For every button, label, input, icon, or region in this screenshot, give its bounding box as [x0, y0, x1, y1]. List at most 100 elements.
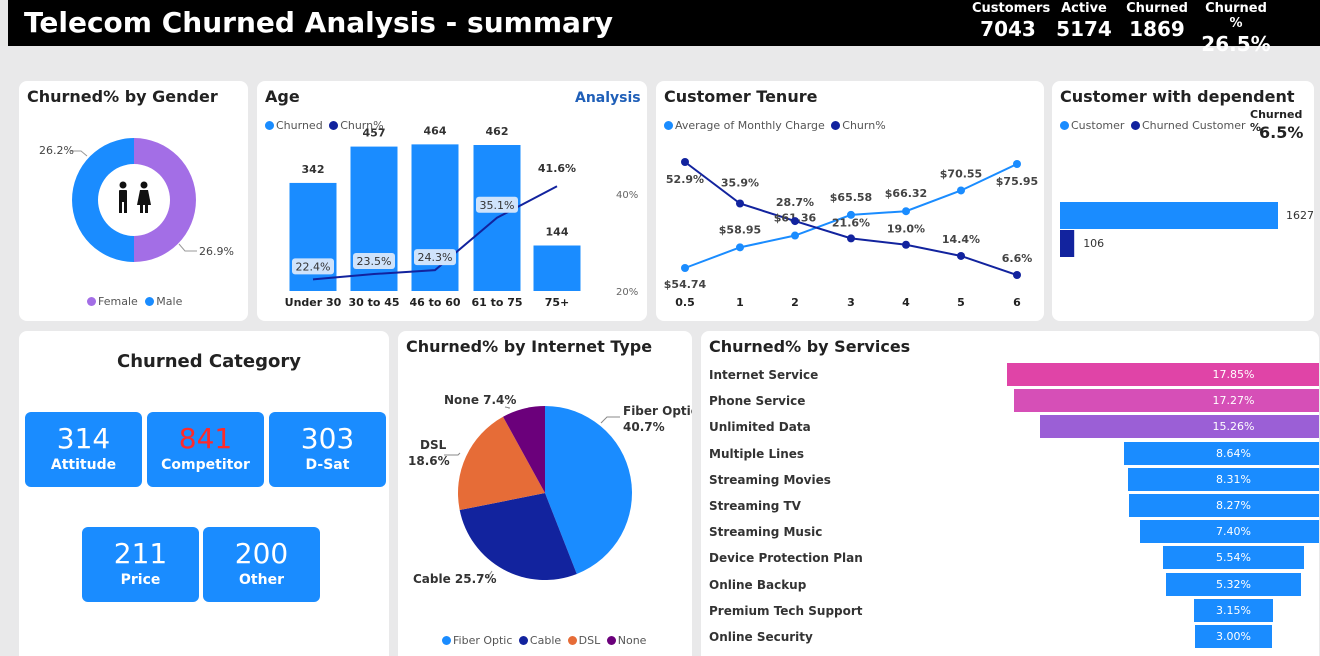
kpi-label: Active [1061, 1, 1107, 16]
service-label: Streaming Music [709, 525, 823, 540]
kpi-value: 7043 [980, 17, 1036, 41]
line-data-label: 23.5% [357, 255, 392, 268]
age-bar[interactable] [350, 146, 398, 291]
service-label: Streaming TV [709, 499, 801, 513]
tile-value: 841 [178, 422, 233, 455]
service-label: Online Backup [709, 577, 807, 592]
charge-marker[interactable] [1013, 160, 1021, 168]
churn-data-label: 35.9% [721, 176, 759, 189]
bar-data-label: 342 [302, 163, 325, 176]
category-tile-attitude[interactable]: 314 Attitude [25, 412, 142, 487]
charge-data-label: $54.74 [664, 278, 707, 291]
header-accent [0, 0, 8, 46]
charge-marker[interactable] [791, 231, 799, 240]
service-label: Streaming Movies [709, 472, 831, 487]
gender-donut-chart[interactable]: 26.2% 26.9% [19, 81, 248, 321]
x-tick-label: 3 [847, 296, 855, 309]
x-tick-label: 2 [791, 296, 799, 309]
tile-value: 303 [300, 422, 355, 455]
kpi-churned-pct: Churned % 26.5% [1198, 0, 1274, 56]
tenure-card[interactable]: Customer Tenure Average of Monthly Charg… [656, 81, 1044, 321]
category-tile-competitor[interactable]: 841 Competitor [147, 412, 264, 487]
service-bar[interactable]: 5.54% [1163, 546, 1304, 570]
gender-card[interactable]: Churned% by Gender 26.2% 26.9% Female Ma… [19, 81, 248, 321]
service-label: Internet Service [709, 368, 819, 382]
internet-pie-chart[interactable]: Fiber Optic 40.7% None 7.4% DSL 18.6% Ca… [398, 331, 692, 656]
kpi-value: 1869 [1129, 17, 1185, 41]
service-bar[interactable]: 8.27% [1128, 494, 1319, 517]
service-bar[interactable]: 17.85% [1007, 363, 1319, 386]
service-label: Multiple Lines [709, 446, 805, 461]
kpi-label: Churned [1126, 1, 1188, 16]
churn-marker[interactable] [902, 240, 910, 249]
internet-legend: Fiber Optic Cable DSL None [442, 634, 646, 647]
kpi-churned: Churned 1869 [1126, 0, 1188, 41]
header-bar: Telecom Churned Analysis - summary Custo… [0, 0, 1320, 56]
tile-value: 200 [234, 537, 289, 570]
tenure-line-chart[interactable]: $54.74$58.95$61.36$65.58$66.32$70.55$75.… [656, 81, 1044, 321]
dependent-bar[interactable] [1060, 230, 1075, 257]
service-bar[interactable]: 8.31% [1128, 467, 1319, 491]
age-bar[interactable] [289, 182, 337, 291]
service-bar[interactable]: 15.26% [1039, 415, 1319, 439]
x-tick-label: 5 [957, 296, 965, 309]
legend-dot-icon [442, 636, 451, 645]
tile-label: Other [239, 572, 284, 588]
service-bar[interactable]: 17.27% [1014, 389, 1319, 413]
service-bar[interactable]: 8.64% [1123, 441, 1319, 465]
category-tile-dsat[interactable]: 303 D-Sat [269, 412, 386, 487]
kpi-active: Active 5174 [1056, 0, 1112, 41]
tile-label: Attitude [50, 457, 117, 473]
x-tick-label: 0.5 [675, 296, 695, 309]
charge-data-label: $65.58 [830, 191, 872, 204]
age-bar[interactable] [533, 245, 581, 291]
internet-card[interactable]: Churned% by Internet Type Fiber Optic 40… [398, 331, 692, 656]
charge-marker[interactable] [902, 207, 910, 216]
bar-data-label: 106 [1083, 237, 1104, 250]
category-tile-other[interactable]: 200 Other [203, 527, 320, 602]
age-card[interactable]: Age Analysis Churned Churn% 40% 20% 342 U… [257, 81, 647, 321]
dependent-bar[interactable] [1060, 202, 1278, 229]
kpi-label: Churned % [1205, 1, 1267, 31]
churn-marker[interactable] [791, 217, 799, 226]
pie-label-none: None 7.4% [444, 393, 516, 407]
charge-data-label: $70.55 [940, 167, 982, 180]
service-label: Phone Service [709, 394, 806, 409]
legend-dot-icon [567, 636, 577, 645]
churn-marker[interactable] [736, 199, 744, 208]
dependent-card[interactable]: Customer with dependent Customer Churned… [1052, 81, 1314, 321]
pie-label-cable: Cable 25.7% [413, 572, 497, 586]
legend-label: Male [156, 295, 183, 308]
people-icon [119, 181, 151, 213]
leader-line [504, 406, 511, 409]
charge-marker[interactable] [957, 186, 965, 195]
category-tile-price[interactable]: 211 Price [82, 527, 199, 602]
line-data-label: 41.6% [538, 162, 576, 175]
legend-dot-icon [87, 297, 96, 306]
legend-label: None [617, 634, 647, 647]
pie-label-fiber: Fiber Optic [623, 404, 692, 418]
churn-data-label: 28.7% [776, 196, 814, 209]
bar-data-label: 464 [424, 124, 447, 137]
service-bar[interactable]: 5.32% [1165, 572, 1301, 596]
churn-marker[interactable] [1013, 271, 1021, 279]
pie-label-fiber-pct: 40.7% [623, 420, 665, 434]
churn-data-label: 52.9% [666, 173, 704, 186]
card-title: Churned% by Services [709, 337, 911, 356]
churn-marker[interactable] [681, 158, 689, 166]
churn-marker[interactable] [957, 251, 965, 260]
dependent-bar-chart[interactable]: 1627 106 [1052, 81, 1314, 321]
legend-label: Cable [529, 634, 562, 647]
tile-value: 314 [56, 422, 111, 455]
charge-marker[interactable] [681, 264, 689, 272]
service-bar[interactable]: 3.00% [1195, 625, 1272, 648]
leader-line [178, 243, 197, 252]
service-bar[interactable]: 3.15% [1193, 598, 1274, 622]
services-card[interactable]: Churned% by Services Internet Service 17.… [701, 331, 1319, 656]
charge-marker[interactable] [736, 243, 744, 252]
churn-marker[interactable] [847, 234, 855, 243]
service-bar[interactable]: 7.40% [1139, 520, 1319, 544]
x-tick-label: 1 [736, 296, 744, 309]
age-combo-chart[interactable]: 40% 20% 342 Under 30 457 30 to 45 464 46 to 6… [257, 81, 647, 321]
card-title: Churned Category [117, 351, 301, 372]
